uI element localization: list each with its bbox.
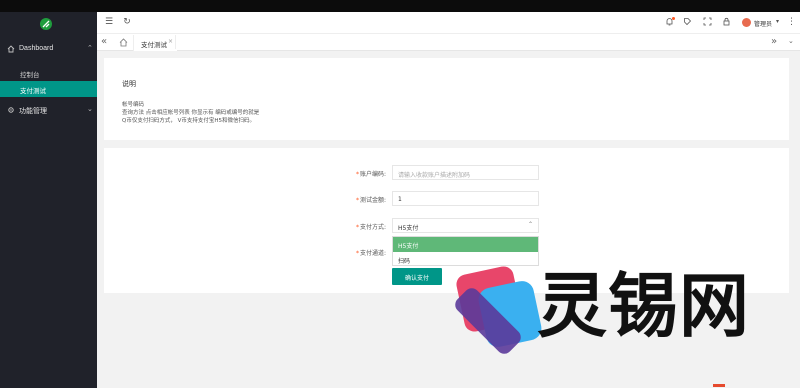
sidebar-group-dashboard[interactable]: Dashboard ⌃ [0, 37, 97, 61]
sidebar-item-payment-test[interactable]: 支付测试 [0, 81, 97, 97]
scroll-right-icon[interactable]: » [771, 37, 777, 47]
admin-name[interactable]: 管理员 [754, 19, 772, 28]
payment-method-select[interactable]: H5支付 [392, 218, 539, 233]
home-tab-icon[interactable] [118, 37, 129, 48]
sidebar-group-feature-management[interactable]: 功能管理 ⌄ [0, 98, 97, 122]
chevron-up-icon: ⌃ [87, 44, 93, 52]
sidebar: Dashboard ⌃ 控制台 支付测试 功能管理 ⌄ [0, 12, 97, 388]
menu-toggle-icon[interactable]: ☰ [104, 17, 114, 27]
test-amount-label: *测试金额: [355, 197, 386, 204]
info-line: Q币仅支付扫码方式， V币支持支付宝H5和微信扫码。 [122, 118, 255, 124]
account-code-label: *账户编码: [355, 171, 386, 178]
chevron-down-icon: ⌄ [87, 105, 93, 113]
theme-icon[interactable] [682, 17, 692, 27]
payment-method-label: *支付方式: [355, 224, 386, 231]
sidebar-group-label: 功能管理 [19, 108, 47, 115]
info-title: 说明 [122, 80, 136, 88]
avatar[interactable] [742, 18, 751, 27]
tab-options-icon[interactable]: ⌄ [788, 37, 794, 45]
bottom-accent [713, 384, 725, 387]
more-icon[interactable]: ⋮ [787, 17, 796, 27]
header: ☰ ↻ 管理员 ▾ ⋮ [97, 12, 800, 34]
close-icon[interactable]: × [168, 38, 173, 45]
sidebar-item-label: 支付测试 [20, 87, 46, 95]
dropdown-option-h5[interactable]: H5支付 [393, 237, 538, 252]
chevron-up-icon[interactable]: ⌃ [528, 221, 533, 228]
refresh-icon[interactable]: ↻ [122, 17, 132, 27]
sidebar-item-console[interactable]: 控制台 [0, 65, 97, 81]
info-line: 查询方法 点击相应帐号列表 你显示有 编码或编号的就是 [122, 110, 260, 116]
caret-down-icon[interactable]: ▾ [776, 18, 779, 25]
tab-bar: « 支付测试 × » ⌄ [97, 34, 800, 51]
fullscreen-icon[interactable] [702, 17, 712, 27]
logo [40, 18, 52, 30]
lock-icon[interactable] [721, 17, 731, 27]
sidebar-item-label: 控制台 [20, 71, 40, 79]
test-amount-input[interactable]: 1 [392, 191, 539, 206]
home-icon [7, 45, 15, 53]
info-line: 帐号编码 [122, 102, 145, 108]
payment-channel-label: *支付通道: [355, 250, 386, 257]
tab-label: 支付测试 [141, 41, 167, 49]
tab-payment-test[interactable]: 支付测试 × [133, 35, 177, 51]
sidebar-group-label: Dashboard [19, 45, 54, 52]
watermark-text: 灵锡网 [537, 265, 750, 347]
notification-dot [672, 17, 675, 20]
top-black-bar [0, 0, 800, 12]
scroll-left-icon[interactable]: « [101, 37, 107, 47]
confirm-pay-button[interactable]: 确认支付 [392, 268, 442, 285]
info-card: 说明 帐号编码 查询方法 点击相应帐号列表 你显示有 编码或编号的就是 Q币仅支… [104, 58, 789, 140]
gear-icon [7, 106, 15, 114]
account-code-input[interactable]: 请输入收款账户描述附加码 [392, 165, 539, 180]
